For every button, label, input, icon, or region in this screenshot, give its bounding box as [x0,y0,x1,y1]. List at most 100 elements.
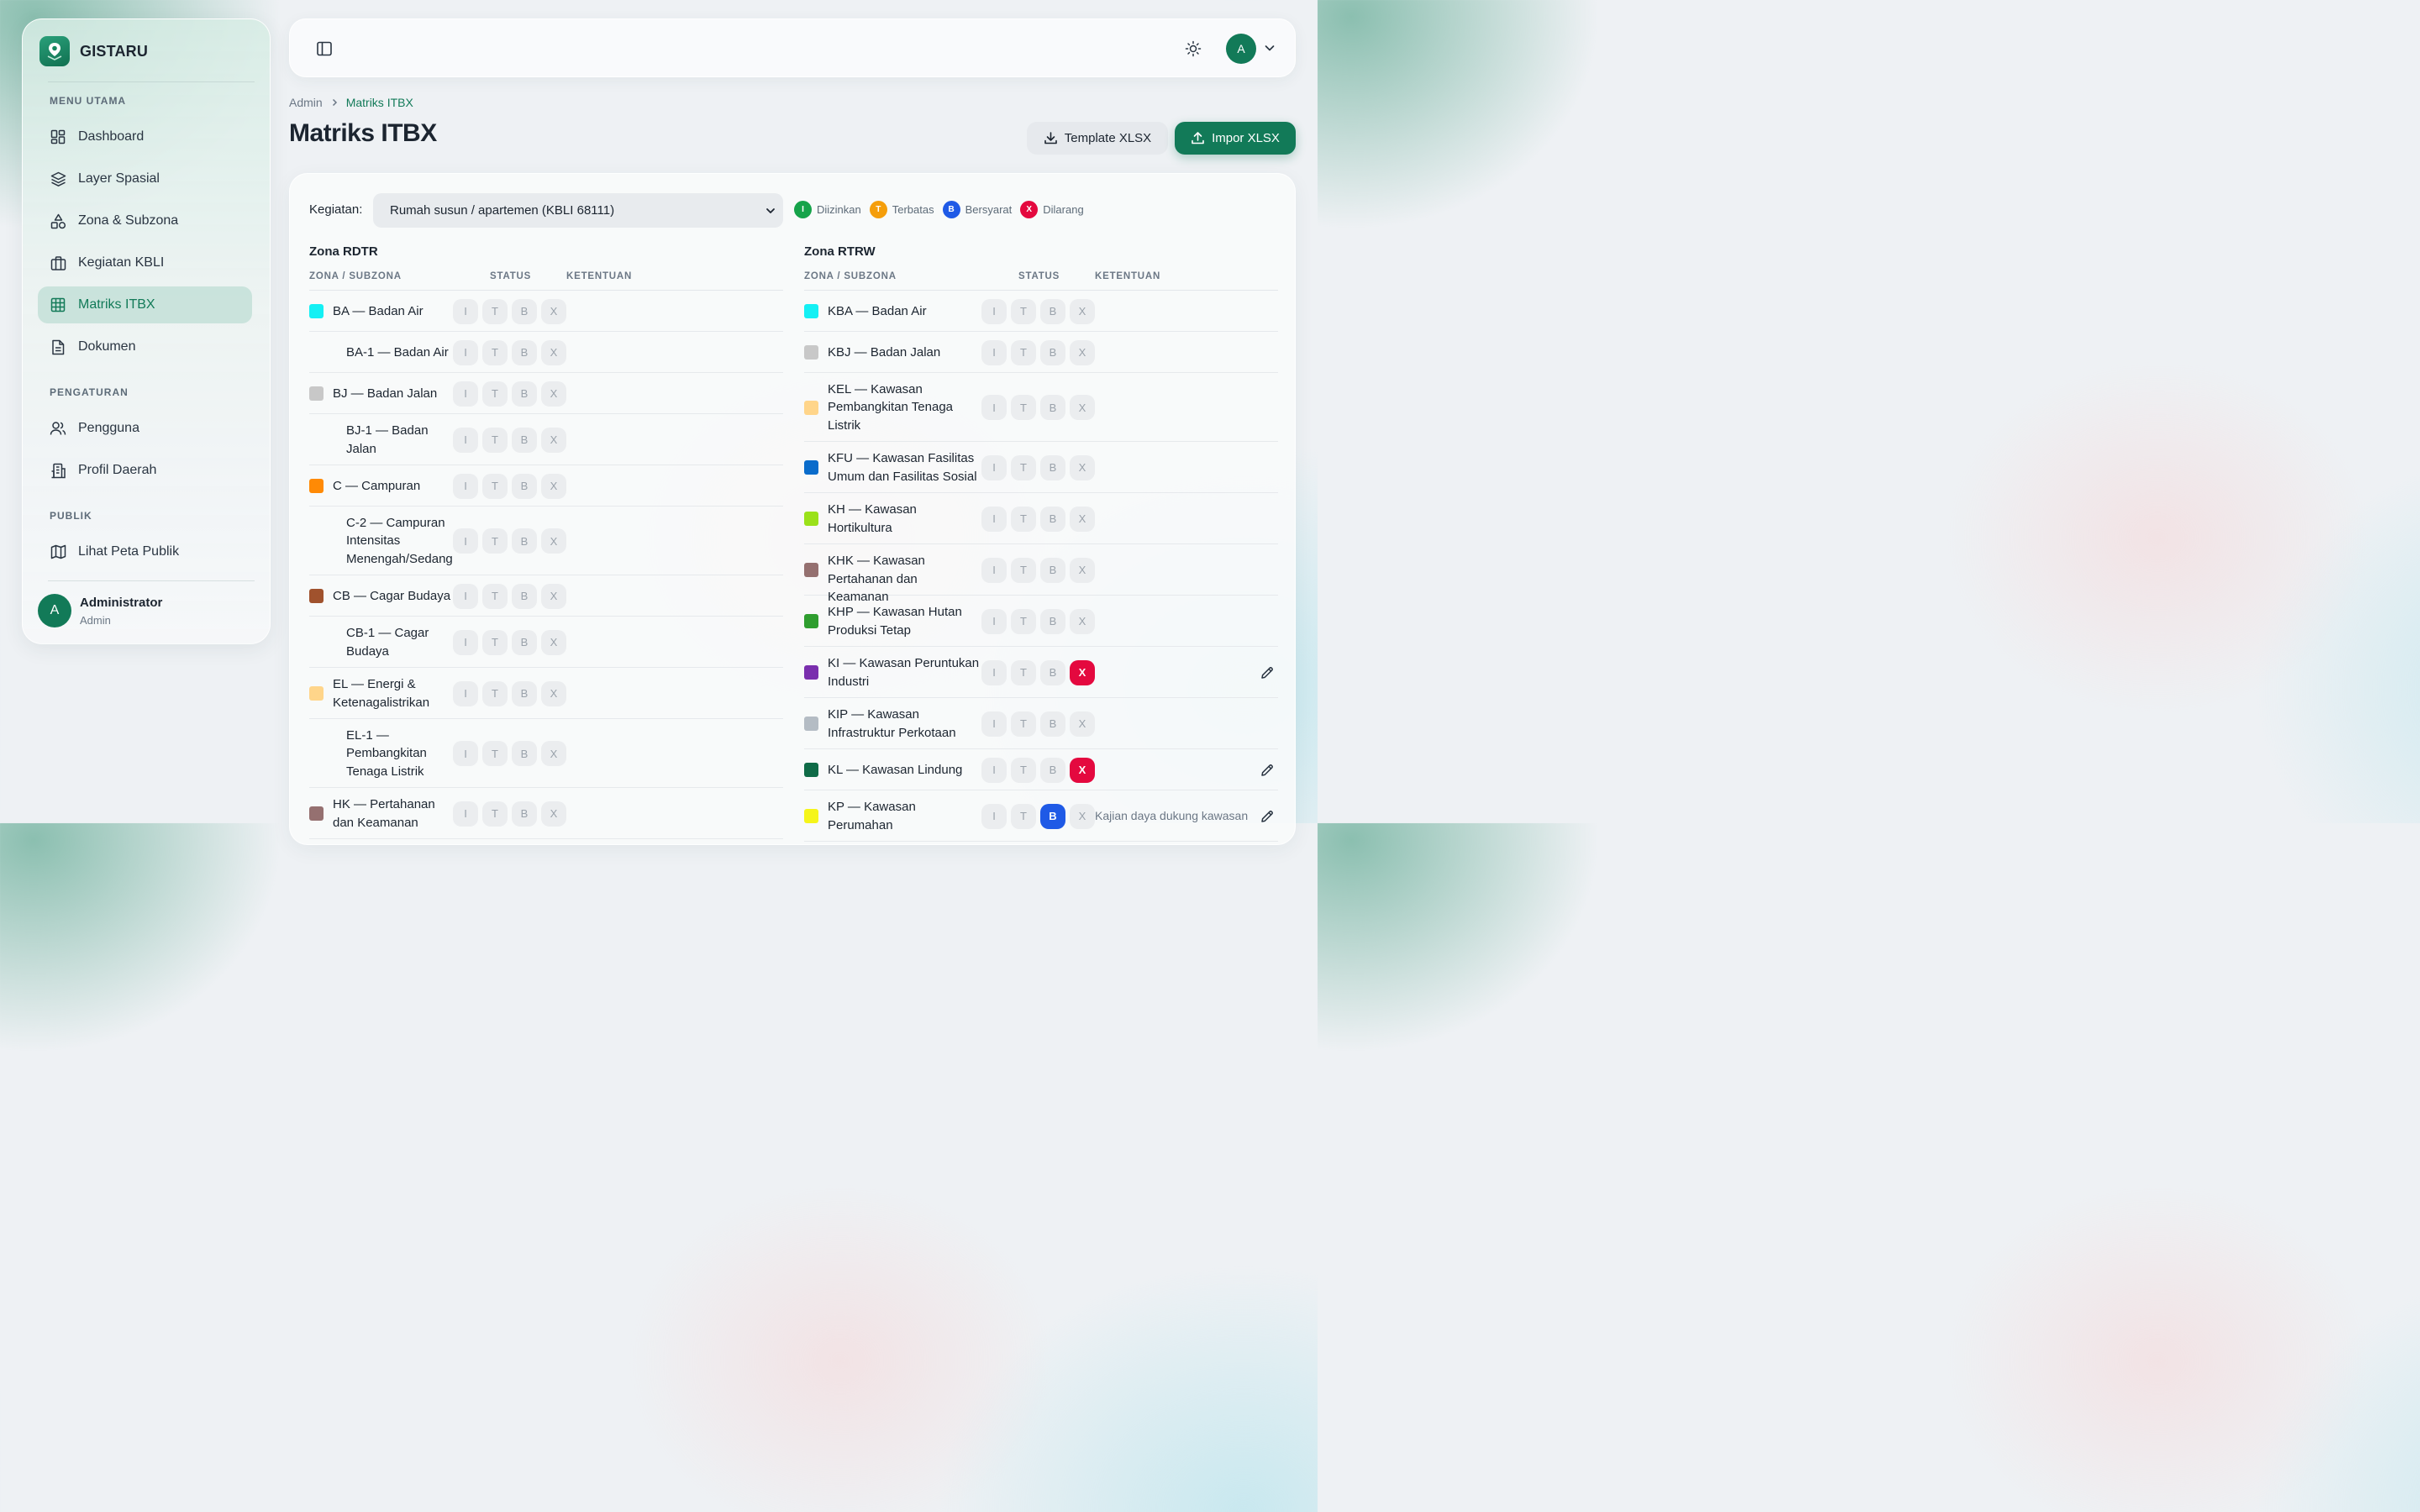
edit-ketentuan-button[interactable] [1260,809,1275,824]
edit-ketentuan-button[interactable] [1260,665,1275,680]
template-xlsx-button[interactable]: Template XLSX [1027,122,1168,155]
status-x-button[interactable]: X [1070,506,1095,532]
status-x-button[interactable]: X [541,583,566,609]
status-i-button[interactable]: I [981,395,1007,420]
sidebar-item-pengguna[interactable]: Pengguna [38,410,252,447]
status-b-button[interactable]: B [512,473,537,499]
status-x-button[interactable]: X [541,381,566,407]
status-x-button[interactable]: X [1070,298,1095,324]
status-b-button[interactable]: B [1040,803,1065,829]
status-i-button[interactable]: I [453,473,478,499]
status-x-button[interactable]: X [541,473,566,499]
theme-toggle-button[interactable] [1182,38,1204,60]
status-b-button[interactable]: B [1040,757,1065,783]
status-t-button[interactable]: T [1011,454,1036,480]
status-i-button[interactable]: I [453,528,478,554]
sidebar-item-dokumen[interactable]: Dokumen [38,328,252,365]
sidebar-item-layer-spasial[interactable]: Layer Spasial [38,160,252,197]
status-i-button[interactable]: I [981,506,1007,532]
avatar[interactable]: A [38,594,71,627]
status-t-button[interactable]: T [482,629,508,655]
status-i-button[interactable]: I [453,583,478,609]
sidebar-item-matriks-itbx[interactable]: Matriks ITBX [38,286,252,323]
sidebar-item-dashboard[interactable]: Dashboard [38,118,252,155]
status-i-button[interactable]: I [453,381,478,407]
status-t-button[interactable]: T [482,427,508,453]
status-i-button[interactable]: I [981,298,1007,324]
status-t-button[interactable]: T [1011,659,1036,685]
status-i-button[interactable]: I [981,454,1007,480]
status-i-button[interactable]: I [453,339,478,365]
status-t-button[interactable]: T [1011,803,1036,829]
status-x-button[interactable]: X [541,680,566,706]
status-x-button[interactable]: X [1070,757,1095,783]
status-i-button[interactable]: I [453,427,478,453]
status-b-button[interactable]: B [1040,711,1065,737]
status-b-button[interactable]: B [512,339,537,365]
status-t-button[interactable]: T [482,528,508,554]
sidebar-item-profil-daerah[interactable]: Profil Daerah [38,452,252,489]
chevron-down-icon[interactable] [1263,41,1276,55]
status-t-button[interactable]: T [1011,506,1036,532]
sidebar-toggle-button[interactable] [313,38,335,60]
status-t-button[interactable]: T [1011,711,1036,737]
sidebar-item-lihat-peta-publik[interactable]: Lihat Peta Publik [38,533,252,570]
status-t-button[interactable]: T [482,339,508,365]
status-x-button[interactable]: X [1070,395,1095,420]
status-b-button[interactable]: B [512,741,537,766]
status-i-button[interactable]: I [453,629,478,655]
status-b-button[interactable]: B [1040,298,1065,324]
status-b-button[interactable]: B [512,298,537,324]
import-xlsx-button[interactable]: Impor XLSX [1175,122,1296,155]
status-t-button[interactable]: T [1011,339,1036,365]
status-t-button[interactable]: T [1011,395,1036,420]
status-b-button[interactable]: B [1040,339,1065,365]
status-b-button[interactable]: B [1040,557,1065,583]
status-t-button[interactable]: T [482,680,508,706]
status-x-button[interactable]: X [541,629,566,655]
status-x-button[interactable]: X [541,427,566,453]
status-x-button[interactable]: X [1070,557,1095,583]
status-t-button[interactable]: T [482,473,508,499]
status-x-button[interactable]: X [1070,339,1095,365]
brand[interactable]: GISTARU [39,36,148,66]
status-i-button[interactable]: I [453,801,478,827]
status-b-button[interactable]: B [512,629,537,655]
status-t-button[interactable]: T [1011,608,1036,634]
status-b-button[interactable]: B [512,680,537,706]
status-i-button[interactable]: I [981,803,1007,829]
status-b-button[interactable]: B [512,381,537,407]
status-x-button[interactable]: X [541,741,566,766]
status-t-button[interactable]: T [482,583,508,609]
status-b-button[interactable]: B [1040,395,1065,420]
status-b-button[interactable]: B [1040,454,1065,480]
status-t-button[interactable]: T [482,801,508,827]
status-i-button[interactable]: I [981,659,1007,685]
status-x-button[interactable]: X [1070,803,1095,829]
status-x-button[interactable]: X [541,528,566,554]
avatar[interactable]: A [1226,34,1256,64]
status-t-button[interactable]: T [482,381,508,407]
status-i-button[interactable]: I [981,339,1007,365]
status-b-button[interactable]: B [512,528,537,554]
status-b-button[interactable]: B [1040,659,1065,685]
status-t-button[interactable]: T [482,298,508,324]
status-b-button[interactable]: B [512,583,537,609]
status-x-button[interactable]: X [1070,608,1095,634]
status-x-button[interactable]: X [1070,659,1095,685]
status-t-button[interactable]: T [1011,757,1036,783]
edit-ketentuan-button[interactable] [1260,763,1275,778]
status-x-button[interactable]: X [541,801,566,827]
status-i-button[interactable]: I [981,757,1007,783]
status-x-button[interactable]: X [541,298,566,324]
sidebar-item-kegiatan-kbli[interactable]: Kegiatan KBLI [38,244,252,281]
sidebar-item-zona-subzona[interactable]: Zona & Subzona [38,202,252,239]
status-i-button[interactable]: I [453,680,478,706]
status-i-button[interactable]: I [981,557,1007,583]
status-t-button[interactable]: T [1011,557,1036,583]
status-t-button[interactable]: T [1011,298,1036,324]
status-i-button[interactable]: I [453,741,478,766]
kegiatan-select[interactable]: Rumah susun / apartemen (KBLI 68111) [373,193,783,228]
status-b-button[interactable]: B [1040,608,1065,634]
status-i-button[interactable]: I [981,608,1007,634]
